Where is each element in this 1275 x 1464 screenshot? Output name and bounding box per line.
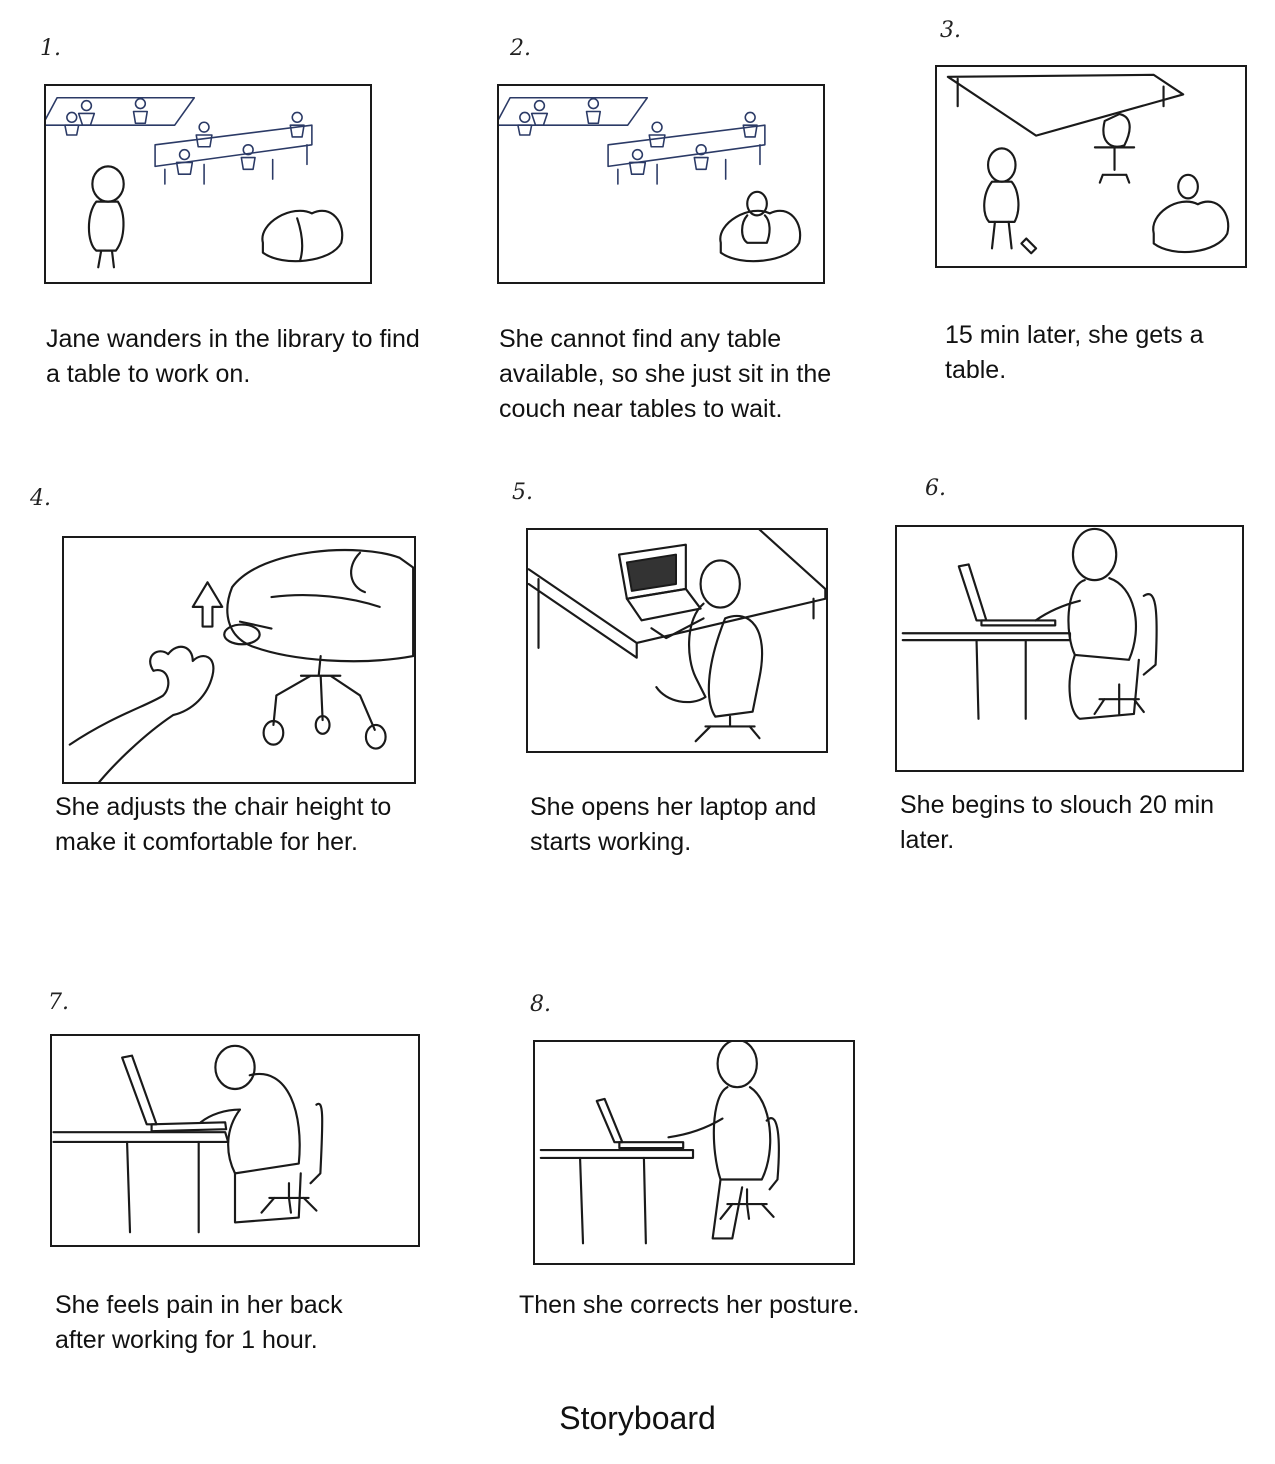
panel-1-number: 1. [40,36,61,61]
panel-4-sketch [62,536,416,784]
panel-8-caption: Then she corrects her posture. [519,1291,860,1319]
panel-2-caption: She cannot find any table available, so … [499,325,832,423]
panel-5-number: 5. [512,480,533,505]
panel-5-caption: She opens her laptop and starts working. [530,793,817,856]
panel-7-number: 7. [48,990,69,1015]
panel-1-caption: Jane wanders in the library to find a ta… [46,325,420,388]
storyboard-title: Storyboard [559,1400,716,1436]
panel-2-number: 2. [510,36,531,61]
panel-8-number: 8. [530,992,551,1017]
panel-6-number: 6. [925,476,946,501]
panel-5-sketch [526,528,828,753]
panel-7-sketch [50,1034,420,1247]
panel-6-caption: She begins to slouch 20 min later. [900,791,1215,854]
panel-3-caption: 15 min later, she gets a table. [945,321,1204,384]
panel-1-sketch [44,84,372,284]
panel-8-sketch [533,1040,855,1265]
panel-4-caption: She adjusts the chair height to make it … [55,793,392,856]
panel-3-number: 3. [940,18,961,43]
panel-2-sketch [497,84,825,284]
panel-7-caption: She feels pain in her back after working… [55,1291,343,1354]
panel-3-sketch [935,65,1247,268]
panel-6-sketch [895,525,1244,772]
panel-4-number: 4. [30,486,51,511]
